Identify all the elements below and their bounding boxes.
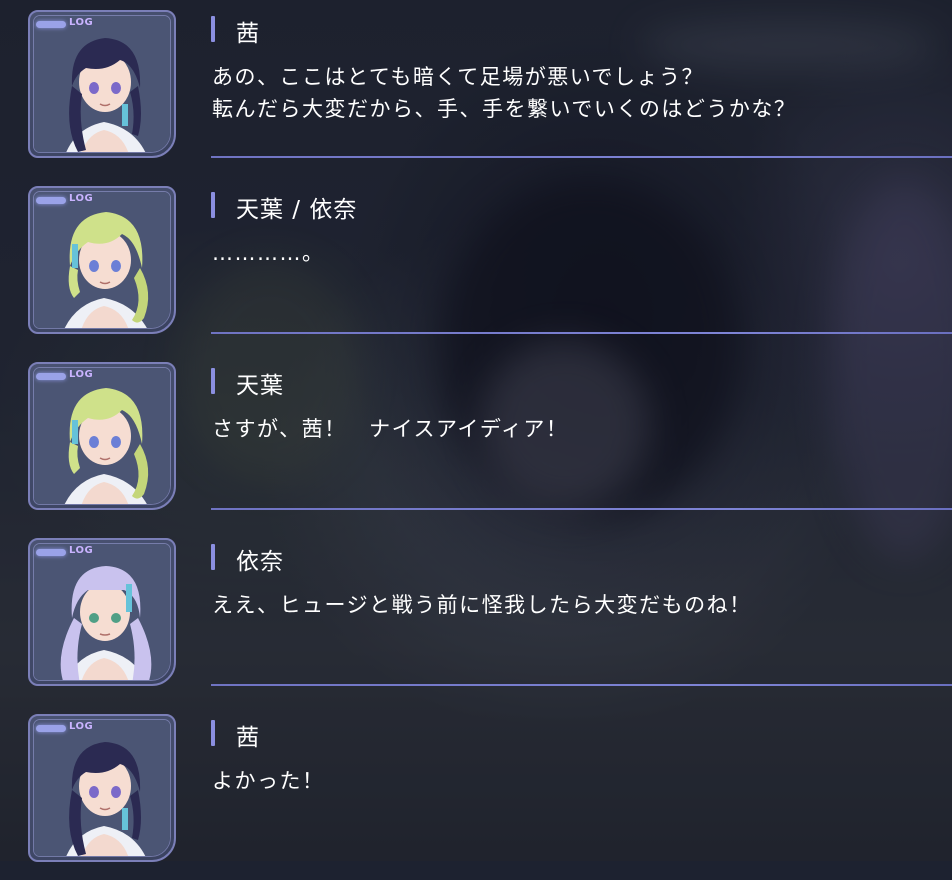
log-entry: LOG 依奈 ええ、ヒュージと戦う前に怪我したら大変だものね！ — [0, 528, 952, 704]
character-amaha-portrait: LOG — [28, 186, 176, 334]
backlog-list[interactable]: LOG 茜 あの、ここはとても暗くて足場が悪いでしょう？ 転んだら大変だから、手… — [0, 0, 952, 862]
log-badge: LOG — [36, 721, 93, 736]
speaker-name: 茜 — [236, 725, 260, 751]
log-entry: LOG 茜 あの、ここはとても暗くて足場が悪いでしょう？ 転んだら大変だから、手… — [0, 0, 952, 176]
character-ena-portrait: LOG — [28, 538, 176, 686]
akane-portrait-art — [34, 720, 170, 856]
speaker-name: 茜 — [236, 21, 260, 47]
dialogue-line: さすが、茜！ ナイスアイディア！ — [212, 417, 569, 441]
ena-portrait-art — [34, 544, 170, 680]
character-akane-portrait: LOG — [28, 10, 176, 158]
speaker-accent-bar — [211, 544, 215, 570]
akane-portrait-art — [34, 16, 170, 152]
speaker-name: 依奈 — [236, 549, 284, 575]
dialogue-line: …………。 — [212, 241, 325, 265]
amaha-portrait-art — [34, 192, 170, 328]
log-entry: LOG 天葉 / 依奈 …………。 — [0, 176, 952, 352]
amaha-portrait-art — [34, 368, 170, 504]
dialogue-line: よかった！ — [212, 769, 325, 793]
character-akane-portrait: LOG — [28, 714, 176, 862]
dialogue-line: ええ、ヒュージと戦う前に怪我したら大変だものね！ — [212, 593, 752, 617]
dialogue-line: 転んだら大変だから、手、手を繋いでいくのはどうかな？ — [212, 97, 797, 121]
speaker-accent-bar — [211, 192, 215, 218]
speaker-accent-bar — [211, 16, 215, 42]
speaker-accent-bar — [211, 368, 215, 394]
log-badge: LOG — [36, 17, 93, 32]
log-entry: LOG 天葉 さすが、茜！ ナイスアイディア！ — [0, 352, 952, 528]
entry-divider — [211, 684, 952, 686]
speaker-name: 天葉 — [236, 373, 284, 399]
character-amaha-portrait: LOG — [28, 362, 176, 510]
speaker-name: 天葉 / 依奈 — [236, 197, 358, 223]
log-badge: LOG — [36, 369, 93, 384]
entry-divider — [211, 332, 952, 334]
log-badge: LOG — [36, 545, 93, 560]
dialogue-line: あの、ここはとても暗くて足場が悪いでしょう？ — [212, 65, 705, 89]
entry-divider — [211, 508, 952, 510]
log-entry: LOG 茜 よかった！ — [0, 704, 952, 880]
entry-divider — [211, 156, 952, 158]
log-badge: LOG — [36, 193, 93, 208]
speaker-accent-bar — [211, 720, 215, 746]
